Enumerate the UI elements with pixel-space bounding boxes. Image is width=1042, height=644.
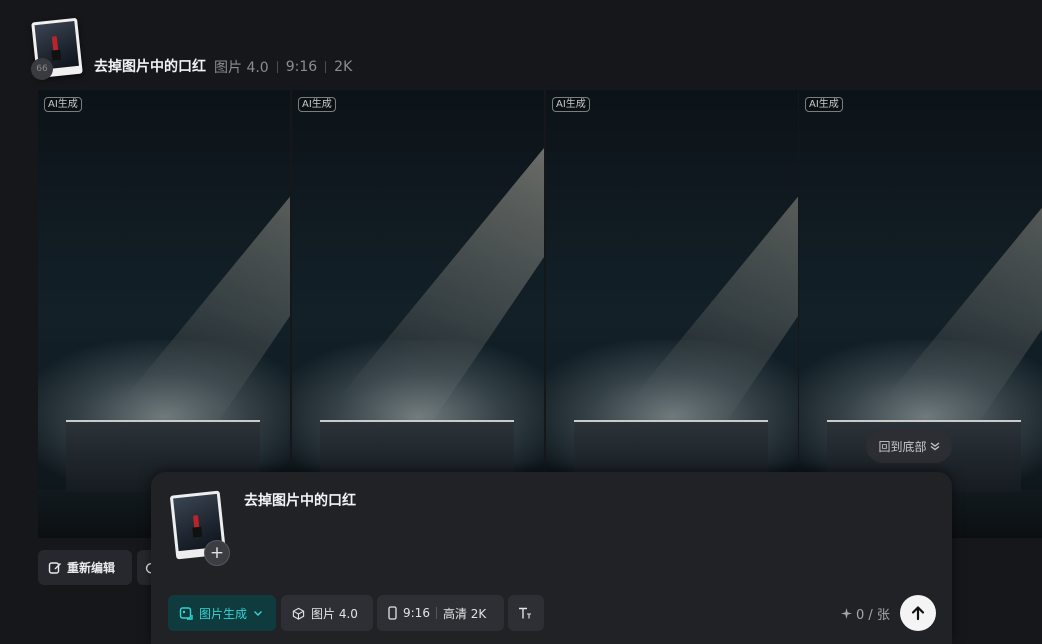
- ai-generated-badge: AI生成: [44, 97, 82, 112]
- result-image-4[interactable]: AI生成: [799, 90, 1042, 538]
- image-gen-icon: [179, 607, 193, 620]
- result-image-2[interactable]: AI生成: [292, 90, 544, 538]
- add-reference-button[interactable]: +: [204, 540, 230, 566]
- back-to-bottom-label: 回到底部: [878, 439, 927, 454]
- meta-ratio: 9:16: [285, 59, 318, 75]
- double-chevron-down-icon: [930, 442, 939, 451]
- quality-label: 高清 2K: [442, 606, 487, 621]
- result-gallery: AI生成 AI生成 AI生成 AI生成: [38, 90, 1042, 538]
- ai-generated-badge: AI生成: [805, 97, 843, 112]
- meta-resolution: 2K: [334, 59, 353, 75]
- size-select[interactable]: 9:16 高清 2K: [377, 595, 504, 631]
- ai-generated-badge: AI生成: [298, 97, 336, 112]
- divider: [325, 61, 327, 73]
- credit-cost: 0 / 张: [841, 604, 890, 623]
- credit-cost-label: 0 / 张: [856, 608, 890, 623]
- meta-model: 图片 4.0: [214, 60, 269, 76]
- phone-ratio-icon: [388, 606, 397, 620]
- model-label: 图片 4.0: [311, 606, 358, 621]
- chevron-down-icon: [254, 611, 263, 616]
- plus-icon: +: [209, 543, 225, 563]
- arrow-up-icon: [911, 606, 925, 621]
- edit-icon: [48, 561, 61, 574]
- send-button[interactable]: [900, 595, 936, 631]
- composer-panel: + 去掉图片中的口红 图片生成 图片 4.0 9:16 高清 2K 0 / 张: [151, 472, 952, 644]
- mode-label: 图片生成: [199, 606, 248, 621]
- record-meta: 图片 4.0 9:16 2K: [214, 57, 352, 77]
- result-image-1[interactable]: AI生成: [38, 90, 290, 538]
- result-image-3[interactable]: AI生成: [546, 90, 798, 538]
- ratio-label: 9:16: [403, 606, 430, 620]
- reedit-label: 重新编辑: [67, 561, 116, 575]
- record-title: 去掉图片中的口红: [94, 59, 206, 75]
- divider: [276, 61, 278, 73]
- sparkle-icon: [841, 608, 852, 619]
- model-select[interactable]: 图片 4.0: [281, 595, 373, 631]
- text-size-icon: [519, 607, 531, 619]
- reedit-button[interactable]: 重新编辑: [38, 550, 132, 585]
- mode-select[interactable]: 图片生成: [168, 595, 276, 631]
- back-to-bottom-button[interactable]: 回到底部: [866, 429, 952, 463]
- ai-generated-badge: AI生成: [552, 97, 590, 112]
- divider: [435, 607, 437, 619]
- quote-icon: 66: [31, 58, 53, 80]
- cube-icon: [292, 607, 305, 620]
- prompt-input[interactable]: 去掉图片中的口红: [244, 490, 356, 510]
- text-style-button[interactable]: [508, 595, 544, 631]
